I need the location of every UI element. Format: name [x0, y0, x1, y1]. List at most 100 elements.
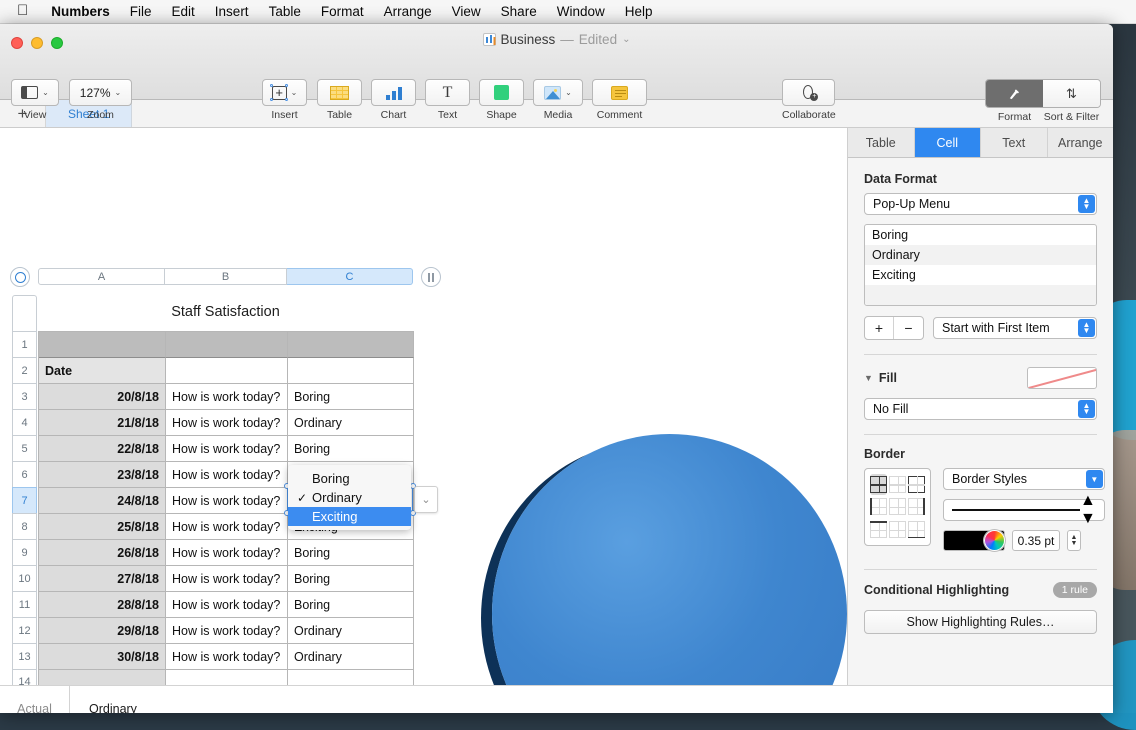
table-row[interactable]: 27/8/18 How is work today? Boring [39, 566, 414, 592]
row-header-6[interactable]: 6 [12, 461, 37, 487]
menu-item-help[interactable]: Help [615, 4, 663, 19]
sidebar-tab-table[interactable]: Table [848, 128, 915, 157]
border-option-left[interactable] [870, 497, 887, 518]
table-row[interactable]: 29/8/18 How is work today? Ordinary [39, 618, 414, 644]
row-header-14[interactable]: 14 [12, 669, 37, 685]
row-header-11[interactable]: 11 [12, 591, 37, 617]
comment-button[interactable]: Comment [592, 79, 647, 121]
menu-item-numbers[interactable]: Numbers [41, 4, 120, 19]
start-with-select[interactable]: Start with First Item ▲▼ [933, 317, 1097, 339]
cell-b4[interactable]: How is work today? [166, 410, 288, 436]
insert-button[interactable]: ⌄ Insert [262, 79, 307, 121]
fill-type-select[interactable]: No Fill ▲▼ [864, 398, 1097, 420]
table-title[interactable]: Staff Satisfaction [38, 304, 413, 320]
column-header-b[interactable]: B [165, 268, 287, 285]
add-option-button[interactable]: + [865, 317, 894, 339]
cell-b1[interactable] [166, 332, 288, 358]
border-option-middle[interactable] [889, 519, 906, 540]
cell-b5[interactable]: How is work today? [166, 436, 288, 462]
cell-c2[interactable] [288, 358, 414, 384]
row-header-3[interactable]: 3 [12, 383, 37, 409]
sort-filter-button[interactable]: ⇅ [1043, 80, 1100, 107]
border-option-top[interactable] [870, 519, 887, 540]
table-row[interactable]: 22/8/18 How is work today? Boring [39, 436, 414, 462]
cell-b13[interactable]: How is work today? [166, 644, 288, 670]
cell-a7[interactable]: 24/8/18 [39, 488, 166, 514]
border-color-well[interactable] [943, 530, 1005, 551]
spreadsheet-canvas[interactable]: A B C 1 2 3 4 5 6 7 8 9 10 11 12 13 14 [0, 128, 847, 685]
view-button[interactable]: ⌄ View [11, 79, 59, 121]
cell-c12[interactable]: Ordinary [288, 618, 414, 644]
cell-a13[interactable]: 30/8/18 [39, 644, 166, 670]
row-header-12[interactable]: 12 [12, 617, 37, 643]
chevron-down-icon[interactable]: ⌄ [622, 34, 630, 45]
border-placement-grid[interactable] [864, 468, 931, 546]
table-select-handle[interactable] [10, 267, 30, 287]
menu-item-arrange[interactable]: Arrange [374, 4, 442, 19]
cell-c11[interactable]: Boring [288, 592, 414, 618]
collaborate-button[interactable]: + Collaborate [782, 79, 836, 121]
row-header-13[interactable]: 13 [12, 643, 37, 669]
table-row[interactable]: 21/8/18 How is work today? Ordinary [39, 410, 414, 436]
table-row[interactable] [39, 670, 414, 685]
cell-b14[interactable] [166, 670, 288, 685]
border-option-none[interactable] [889, 497, 906, 518]
cell-c4[interactable]: Ordinary [288, 410, 414, 436]
media-object-circle[interactable] [492, 434, 847, 685]
menu-item-edit[interactable]: Edit [162, 4, 205, 19]
table-row[interactable]: 20/8/18 How is work today? Boring [39, 384, 414, 410]
row-header-5[interactable]: 5 [12, 435, 37, 461]
list-item[interactable]: Exciting [865, 265, 1096, 285]
row-header-8[interactable]: 8 [12, 513, 37, 539]
disclosure-triangle-icon[interactable]: ▼ [864, 373, 873, 383]
cell-a4[interactable]: 21/8/18 [39, 410, 166, 436]
popup-menu[interactable]: Boring Ordinary Exciting [288, 465, 411, 530]
cell-a5[interactable]: 22/8/18 [39, 436, 166, 462]
cell-b11[interactable]: How is work today? [166, 592, 288, 618]
text-button[interactable]: T Text [425, 79, 470, 121]
table-column-handle[interactable] [421, 267, 441, 287]
cell-a2[interactable]: Date [39, 358, 166, 384]
border-width-stepper[interactable]: ▲▼ [1067, 530, 1081, 551]
menu-item-table[interactable]: Table [259, 4, 311, 19]
border-option-inner[interactable] [889, 474, 906, 495]
color-wheel-icon[interactable] [984, 530, 1005, 551]
table-row[interactable]: 30/8/18 How is work today? Ordinary [39, 644, 414, 670]
chart-button[interactable]: Chart [371, 79, 416, 121]
cell-c14[interactable] [288, 670, 414, 685]
cell-c3[interactable]: Boring [288, 384, 414, 410]
cell-c13[interactable]: Ordinary [288, 644, 414, 670]
popup-menu-item-ordinary[interactable]: Ordinary [288, 488, 411, 507]
menu-item-format[interactable]: Format [311, 4, 374, 19]
cell-b9[interactable]: How is work today? [166, 540, 288, 566]
sidebar-tab-arrange[interactable]: Arrange [1048, 128, 1114, 157]
zoom-button[interactable]: 127% ⌄ Zoom [69, 79, 132, 121]
stepper-icon[interactable]: ▲▼ [1078, 400, 1095, 418]
format-button[interactable] [986, 80, 1043, 107]
list-item-empty[interactable] [865, 285, 1096, 305]
cell-c5[interactable]: Boring [288, 436, 414, 462]
cell-b7[interactable]: How is work today? [166, 488, 288, 514]
fill-swatch[interactable] [1027, 367, 1097, 389]
popup-menu-item-boring[interactable]: Boring [288, 469, 411, 488]
remove-option-button[interactable]: − [894, 317, 923, 339]
list-item[interactable]: Ordinary [865, 245, 1096, 265]
row-header-1[interactable]: 1 [12, 331, 37, 357]
table-row[interactable]: 28/8/18 How is work today? Boring [39, 592, 414, 618]
row-header-10[interactable]: 10 [12, 565, 37, 591]
popup-menu-chevron-icon[interactable]: ⌄ [414, 486, 438, 513]
sidebar-tab-cell[interactable]: Cell [915, 128, 982, 157]
row-header-9[interactable]: 9 [12, 539, 37, 565]
cell-a11[interactable]: 28/8/18 [39, 592, 166, 618]
chevron-down-icon[interactable]: ▼ [1086, 470, 1103, 488]
cell-a10[interactable]: 27/8/18 [39, 566, 166, 592]
cell-b6[interactable]: How is work today? [166, 462, 288, 488]
cell-b3[interactable]: How is work today? [166, 384, 288, 410]
row-header-blank[interactable] [12, 295, 37, 331]
table-row[interactable] [39, 332, 414, 358]
cell-a1[interactable] [39, 332, 166, 358]
stepper-icon[interactable]: ▲▼ [1078, 195, 1095, 213]
border-width-field[interactable]: 0.35 pt [1012, 530, 1060, 551]
menu-item-share[interactable]: Share [491, 4, 547, 19]
row-header-7[interactable]: 7 [12, 487, 37, 513]
